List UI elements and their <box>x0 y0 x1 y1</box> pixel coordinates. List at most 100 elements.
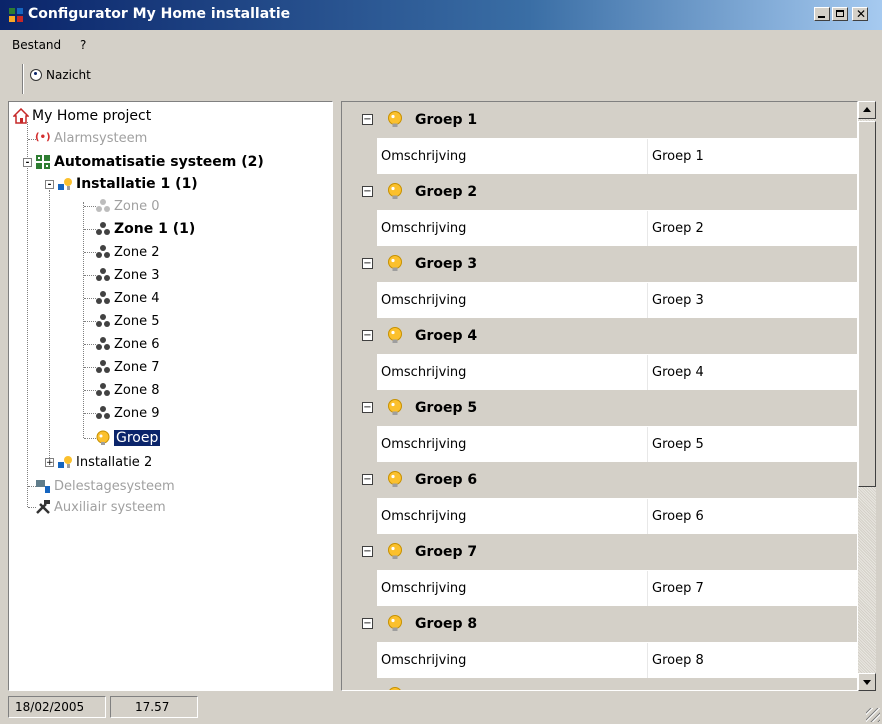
zone-icon <box>96 245 110 258</box>
collapse-toggle[interactable]: - <box>45 179 54 189</box>
field-value[interactable]: Groep 5 <box>652 437 704 452</box>
tree-item-groep[interactable]: Groep <box>95 428 161 448</box>
tree-connector <box>84 275 96 276</box>
nazicht-label: Nazicht <box>46 68 91 82</box>
collapse-toggle[interactable]: − <box>362 474 373 485</box>
collapse-toggle[interactable]: − <box>362 402 373 413</box>
menu-help[interactable]: ? <box>80 38 86 52</box>
resize-grip[interactable] <box>866 708 880 722</box>
tree-item-label: Zone 3 <box>114 267 160 283</box>
table-row[interactable]: Omschrijving Groep 7 <box>377 570 857 607</box>
tree-item-label: Delestagesysteem <box>54 478 175 494</box>
tree-connector <box>84 413 96 414</box>
field-value[interactable]: Groep 8 <box>652 653 704 668</box>
nazicht-button[interactable]: Nazicht <box>30 68 91 82</box>
maximize-button[interactable] <box>832 7 848 21</box>
collapse-toggle[interactable]: − <box>362 186 373 197</box>
group-header[interactable]: − Groep 8 <box>342 606 857 642</box>
tree-item-zone[interactable]: Zone 2 <box>95 242 160 262</box>
pane-splitter[interactable] <box>333 101 341 691</box>
close-button[interactable]: ✕ <box>852 7 868 21</box>
field-label: Omschrijving <box>381 437 467 452</box>
tree-item-zone[interactable]: Zone 6 <box>95 334 160 354</box>
tree-item-label: Automatisatie systeem (2) <box>54 154 264 170</box>
toolbar-separator <box>22 64 24 94</box>
field-value[interactable]: Groep 7 <box>652 581 704 596</box>
zone-icon <box>96 222 110 235</box>
automation-icon <box>36 155 50 169</box>
field-label: Omschrijving <box>381 653 467 668</box>
project-tree[interactable]: My Home project (•) Alarmsysteem - Autom… <box>8 101 333 691</box>
group-header[interactable]: − Groep 2 <box>342 174 857 210</box>
tree-item-label: Zone 9 <box>114 405 160 421</box>
group-icon <box>388 471 402 487</box>
table-row[interactable]: Omschrijving Groep 5 <box>377 426 857 463</box>
table-row[interactable]: Omschrijving Groep 3 <box>377 282 857 319</box>
collapse-toggle[interactable]: - <box>23 157 32 167</box>
tree-item-label: Installatie 2 <box>76 454 153 470</box>
tree-item-zone[interactable]: Zone 4 <box>95 288 160 308</box>
tree-connector <box>83 202 84 438</box>
group-header[interactable]: − Groep 6 <box>342 462 857 498</box>
field-value[interactable]: Groep 1 <box>652 149 704 164</box>
tree-item-label: Auxiliair systeem <box>54 499 166 515</box>
field-value[interactable]: Groep 4 <box>652 365 704 380</box>
tree-item-zone[interactable]: Zone 5 <box>95 311 160 331</box>
field-value[interactable]: Groep 3 <box>652 293 704 308</box>
table-row[interactable]: Omschrijving Groep 2 <box>377 210 857 247</box>
group-title: Groep 3 <box>415 256 478 272</box>
tree-item-zone[interactable]: Zone 8 <box>95 380 160 400</box>
collapse-toggle[interactable]: − <box>362 690 373 691</box>
table-row[interactable]: Omschrijving Groep 4 <box>377 354 857 391</box>
tree-item-zone[interactable]: Zone 7 <box>95 357 160 377</box>
status-date: 18/02/2005 <box>8 696 106 718</box>
minimize-button[interactable] <box>814 7 830 21</box>
group-header[interactable]: − Groep 5 <box>342 390 857 426</box>
field-label: Omschrijving <box>381 149 467 164</box>
tree-item-installatie-1[interactable]: - Installatie 1 (1) <box>45 174 198 194</box>
group-header[interactable]: − Groep 3 <box>342 246 857 282</box>
tree-item-automatisatie-systeem[interactable]: - Automatisatie systeem (2) <box>23 152 264 172</box>
group-header[interactable]: − Groep 7 <box>342 534 857 570</box>
scroll-down-button[interactable] <box>858 673 876 691</box>
tree-item-auxiliair-systeem[interactable]: Auxiliair systeem <box>35 497 166 517</box>
tree-item-label: Zone 0 <box>114 198 160 214</box>
tree-item-delestagesysteem[interactable]: Delestagesysteem <box>35 476 175 496</box>
group-header[interactable]: − Groep 4 <box>342 318 857 354</box>
tree-item-zone[interactable]: Zone 3 <box>95 265 160 285</box>
title-bar[interactable]: Configurator My Home installatie ✕ <box>0 0 882 30</box>
tree-item-label: Zone 2 <box>114 244 160 260</box>
toolbar: Nazicht <box>0 58 882 100</box>
tree-item-zone[interactable]: Zone 9 <box>95 403 160 423</box>
table-row[interactable]: Omschrijving Groep 1 <box>377 138 857 175</box>
tree-item-label: Zone 7 <box>114 359 160 375</box>
column-divider <box>647 355 648 391</box>
tree-item-label: Zone 5 <box>114 313 160 329</box>
column-divider <box>647 139 648 175</box>
tree-item-alarmsysteem[interactable]: (•) Alarmsysteem <box>35 128 147 148</box>
tree-item-label: Alarmsysteem <box>54 130 148 146</box>
tree-item-installatie-2[interactable]: + Installatie 2 <box>45 452 152 472</box>
scroll-thumb[interactable] <box>858 121 876 487</box>
collapse-toggle[interactable]: − <box>362 330 373 341</box>
tree-item-zone[interactable]: Zone 0 <box>95 196 160 216</box>
table-row[interactable]: Omschrijving Groep 8 <box>377 642 857 679</box>
group-header-partial[interactable]: − <box>342 678 857 691</box>
tree-item-my-home-project[interactable]: My Home project <box>13 106 151 126</box>
scroll-up-button[interactable] <box>858 101 876 119</box>
field-value[interactable]: Groep 2 <box>652 221 704 236</box>
collapse-toggle[interactable]: − <box>362 114 373 125</box>
expand-toggle[interactable]: + <box>45 457 54 467</box>
field-value[interactable]: Groep 6 <box>652 509 704 524</box>
vertical-scrollbar[interactable] <box>858 101 876 691</box>
collapse-toggle[interactable]: − <box>362 618 373 629</box>
group-header[interactable]: − Groep 1 <box>342 102 857 138</box>
tree-connector <box>49 190 50 462</box>
table-row[interactable]: Omschrijving Groep 6 <box>377 498 857 535</box>
collapse-toggle[interactable]: − <box>362 258 373 269</box>
collapse-toggle[interactable]: − <box>362 546 373 557</box>
column-divider <box>647 283 648 319</box>
menu-bestand[interactable]: Bestand <box>12 38 61 52</box>
tree-item-zone[interactable]: Zone 1 (1) <box>95 219 195 239</box>
window-title: Configurator My Home installatie <box>28 6 291 22</box>
